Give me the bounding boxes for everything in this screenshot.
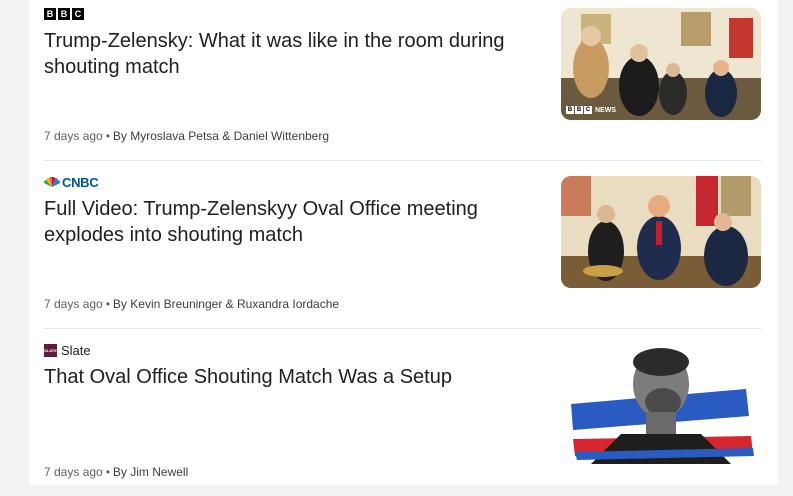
slate-logo: SLATE xyxy=(44,343,57,357)
article-byline: By Myroslava Petsa & Daniel Wittenberg xyxy=(112,129,330,143)
news-card: B B C Trump-Zelensky: What it was like i… xyxy=(29,0,778,485)
article-headline[interactable]: That Oval Office Shouting Match Was a Se… xyxy=(44,364,524,390)
thumbnail-watermark: B B C NEWS xyxy=(566,106,616,114)
source-name: Slate xyxy=(61,342,91,358)
article-meta: 7 days ago • By Jim Newell xyxy=(44,465,189,479)
article-headline[interactable]: Full Video: Trump-Zelenskyy Oval Office … xyxy=(44,196,524,248)
divider xyxy=(44,160,761,161)
article-meta: 7 days ago • By Myroslava Petsa & Daniel W… xyxy=(44,129,330,143)
article-time: 7 days ago xyxy=(44,129,103,143)
bbc-logo: B B C xyxy=(44,8,84,20)
article-headline[interactable]: Trump-Zelensky: What it was like in the … xyxy=(44,28,524,80)
article-thumbnail[interactable]: B B C NEWS xyxy=(561,8,761,120)
article-thumbnail[interactable] xyxy=(561,176,761,288)
nbc-peacock-icon xyxy=(44,177,60,187)
article-time: 7 days ago xyxy=(44,465,103,479)
article-item-bbc[interactable]: B B C Trump-Zelensky: What it was like i… xyxy=(44,0,761,160)
article-item-slate[interactable]: SLATE Slate That Oval Office Shouting Ma… xyxy=(44,336,761,496)
divider xyxy=(44,328,761,329)
article-thumbnail[interactable] xyxy=(561,344,761,464)
source-bbc: B B C xyxy=(44,8,84,20)
article-time: 7 days ago xyxy=(44,297,103,311)
source-cnbc: CNBC xyxy=(44,174,99,190)
source-slate: SLATE Slate xyxy=(44,342,91,358)
article-byline: By Jim Newell xyxy=(112,465,189,479)
article-byline: By Kevin Breuninger & Ruxandra Iordache xyxy=(112,297,340,311)
article-item-cnbc[interactable]: CNBC Full Video: Trump-Zelenskyy Oval Of… xyxy=(44,168,761,328)
article-meta: 7 days ago • By Kevin Breuninger & Ruxandr… xyxy=(44,297,340,311)
source-name: CNBC xyxy=(62,174,99,190)
